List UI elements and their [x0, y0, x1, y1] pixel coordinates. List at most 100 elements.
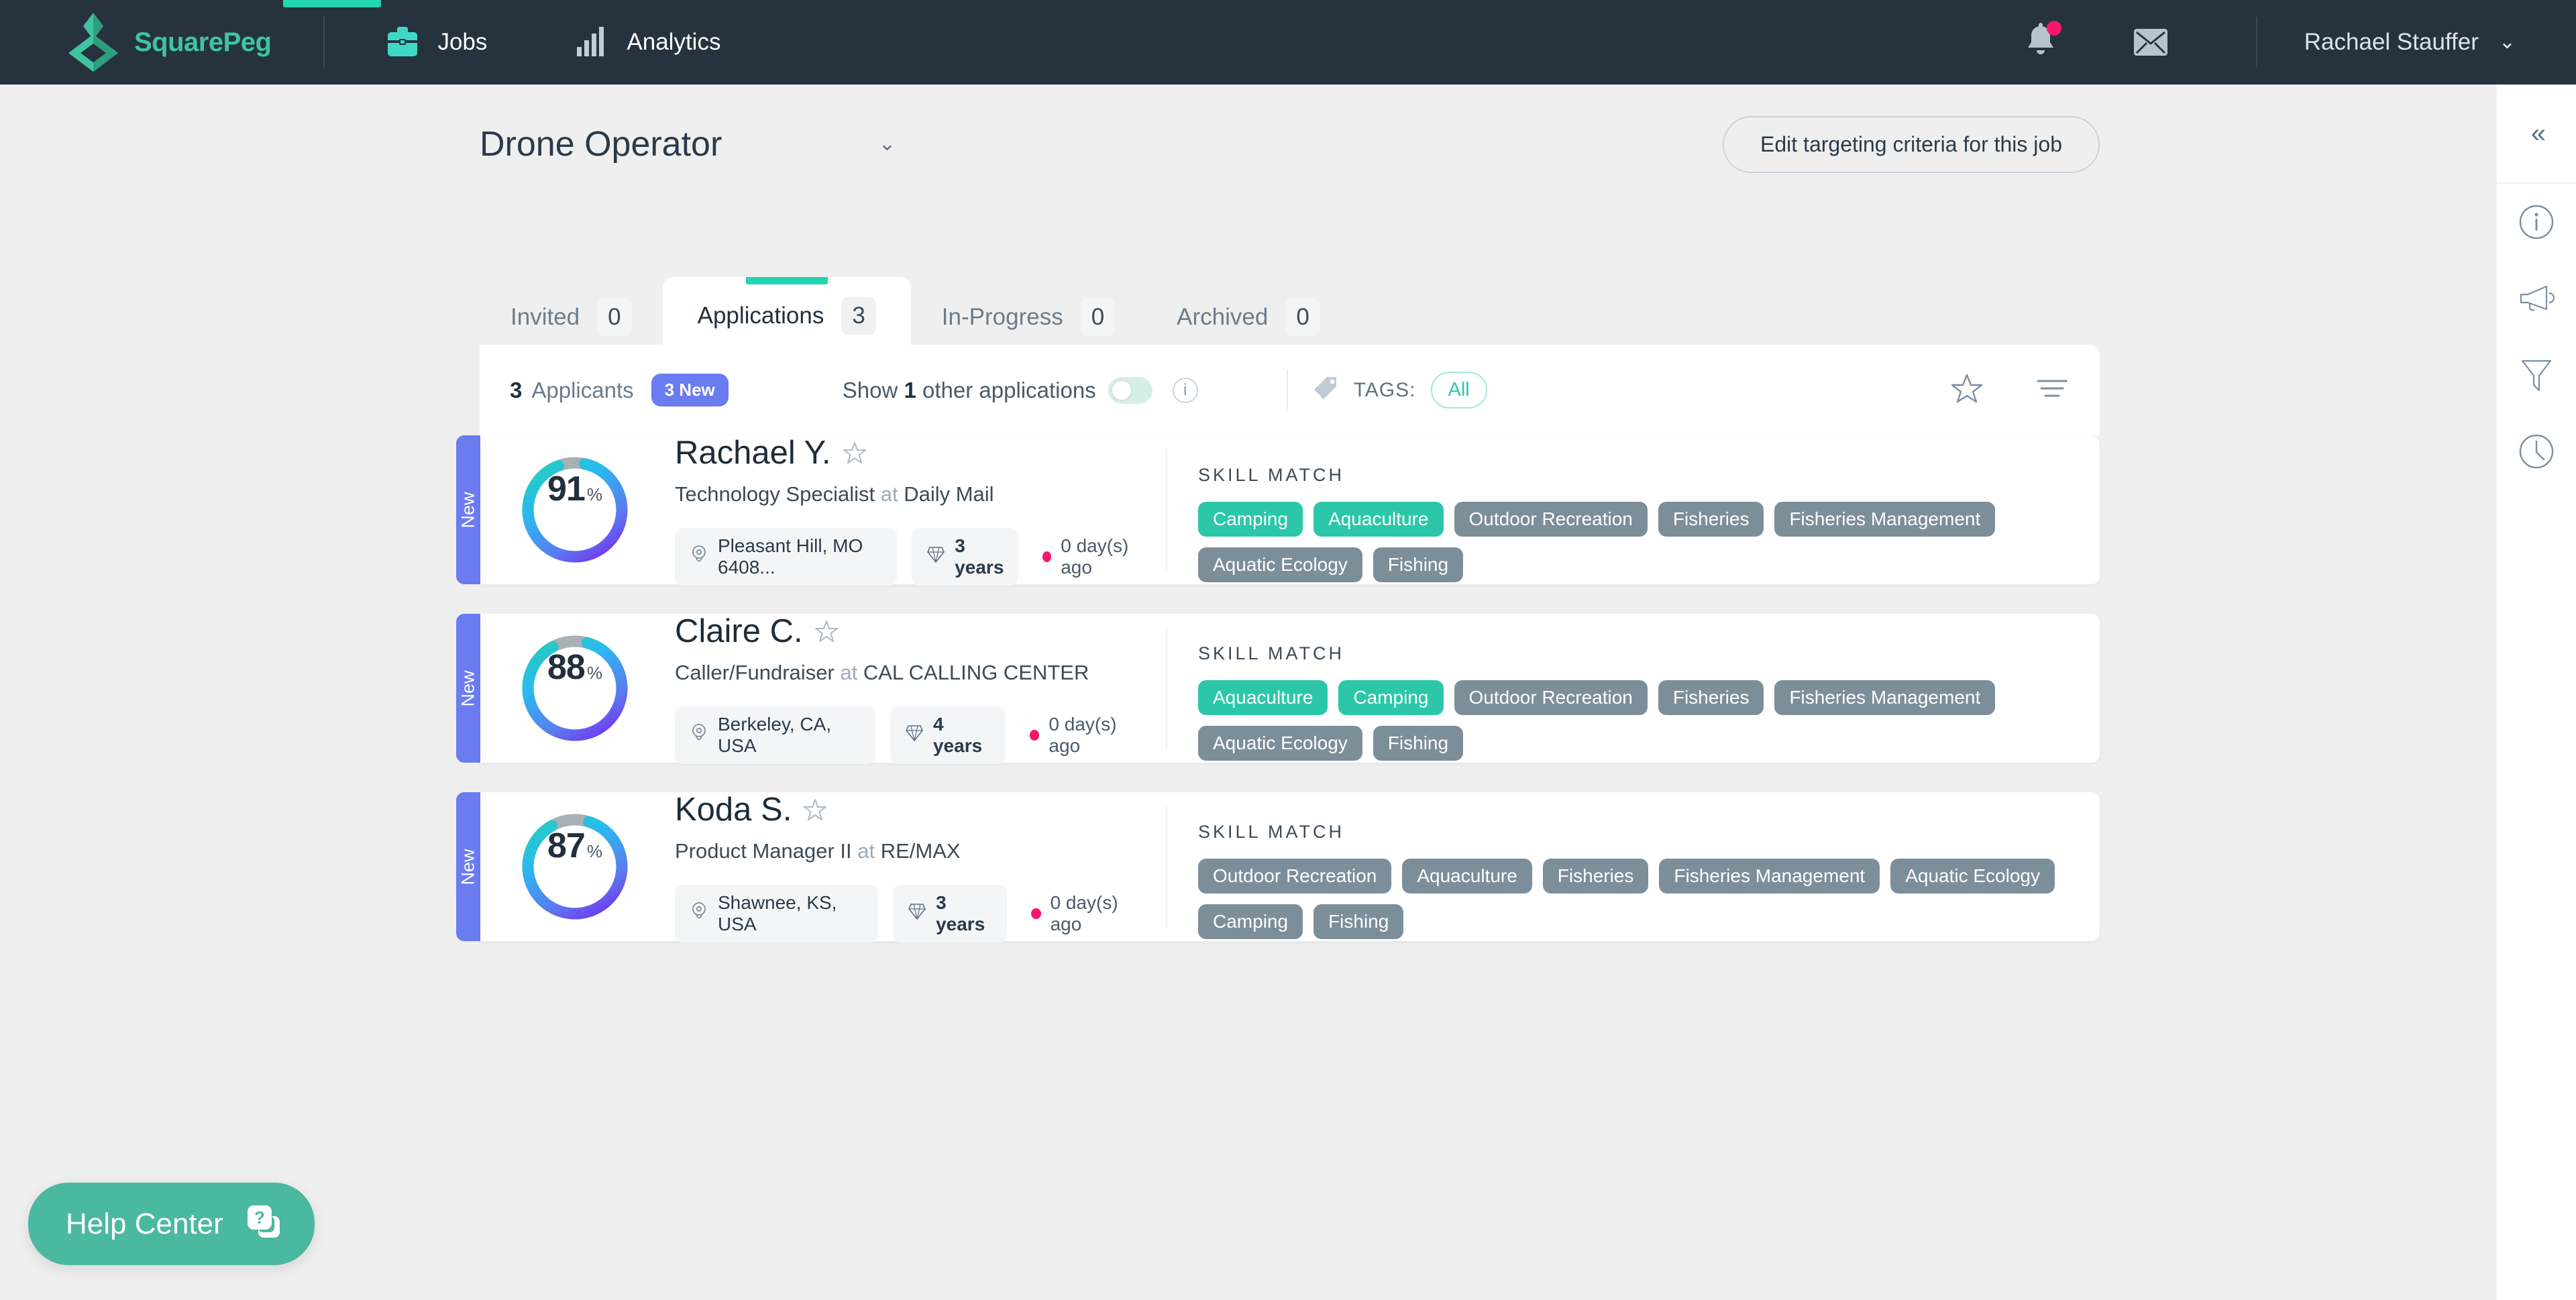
skill-tag[interactable]: Fishing [1373, 726, 1464, 761]
applicants-count-label: Applicants [531, 377, 634, 402]
tab-applications-label: Applications [697, 303, 824, 329]
candidate-info: Koda S. Product Manager II at RE/MAX Sha… [675, 791, 1144, 942]
candidate-company: CAL CALLING CENTER [863, 661, 1089, 684]
funnel-filter-icon[interactable] [2497, 337, 2576, 413]
skill-tag[interactable]: Aquatic Ecology [1890, 859, 2055, 893]
candidate-name[interactable]: Rachael Y. [675, 434, 831, 472]
megaphone-icon[interactable] [2497, 260, 2576, 337]
top-navigation-right-group: Rachael Stauffer ⌄ [2023, 0, 2576, 85]
tab-archived-label: Archived [1177, 304, 1269, 330]
skill-tag[interactable]: Fishing [1373, 547, 1464, 582]
skill-tag[interactable]: Camping [1198, 904, 1303, 939]
messages-button[interactable] [2133, 28, 2169, 57]
candidate-card[interactable]: New 88 % Claire C. Caller/Fundraiser at … [456, 612, 2100, 764]
star-outline-icon[interactable] [1951, 373, 1983, 407]
skill-tag[interactable]: Aquatic Ecology [1198, 726, 1362, 761]
skill-tag[interactable]: Fisheries Management [1774, 502, 1996, 537]
favorite-star-icon[interactable] [814, 620, 838, 643]
job-selector-dropdown[interactable]: Drone Operator ⌄ [480, 124, 896, 164]
candidate-role-at: at [851, 839, 881, 863]
tags-filter-all-chip[interactable]: All [1430, 372, 1487, 409]
toolbar-divider [1286, 369, 1288, 411]
sort-lines-icon[interactable] [2037, 377, 2068, 403]
recency-dot-icon [1042, 551, 1052, 562]
match-score-value: 88 [547, 648, 586, 687]
info-circle-icon[interactable] [2497, 184, 2576, 260]
favorite-star-icon[interactable] [804, 798, 827, 821]
candidate-company: Daily Mail [904, 482, 994, 506]
nav-item-analytics[interactable]: Analytics [547, 0, 747, 85]
help-center-button[interactable]: Help Center ? [28, 1183, 315, 1265]
candidate-name[interactable]: Claire C. [675, 612, 803, 650]
tags-label: TAGS: [1353, 378, 1416, 401]
candidate-experience-text: 3 years [955, 535, 1004, 578]
tab-archived[interactable]: Archived 0 [1146, 281, 1351, 354]
brand-logo-link[interactable]: SquarePeg [67, 11, 272, 73]
match-score-percent-sign: % [586, 484, 602, 504]
tags-filter-group: TAGS: All [1312, 372, 1487, 409]
status-badge-new: New [456, 792, 480, 941]
question-card-icon: ? [245, 1203, 284, 1245]
match-score-percent-sign: % [586, 663, 602, 683]
edit-targeting-criteria-button[interactable]: Edit targeting criteria for this job [1723, 115, 2100, 173]
skill-tag[interactable]: Camping [1338, 680, 1444, 715]
candidate-card[interactable]: New 91 % Rachael Y. Technology Specialis… [456, 434, 2100, 586]
status-badge-label: New [458, 848, 478, 885]
tab-in-progress[interactable]: In-Progress 0 [911, 281, 1146, 354]
candidate-meta-row: Shawnee, KS, USA 3 years 0 day(s) ago [675, 885, 1144, 942]
skill-tag-list: Camping Aquaculture Outdoor Recreation F… [1198, 502, 2100, 582]
skill-tag[interactable]: Fishing [1313, 904, 1404, 939]
location-pin-icon [690, 723, 708, 748]
candidate-company: RE/MAX [880, 839, 961, 863]
skill-tag[interactable]: Camping [1198, 502, 1303, 537]
skill-tag[interactable]: Aquaculture [1313, 502, 1444, 537]
tab-in-progress-count: 0 [1080, 299, 1116, 336]
candidate-card[interactable]: New 87 % Koda S. Product Manager II at R… [456, 791, 2100, 942]
show-other-applications-toggle[interactable] [1108, 376, 1152, 404]
info-icon[interactable]: i [1172, 377, 1198, 403]
candidate-experience-text: 3 years [936, 892, 985, 934]
chevron-down-icon[interactable]: ⌄ [2499, 32, 2516, 52]
skill-match-title: SKILL MATCH [1198, 643, 1345, 663]
match-score-value: 87 [547, 826, 586, 865]
nav-item-jobs[interactable]: Jobs [358, 0, 514, 85]
skill-match-section: SKILL MATCH Camping Aquaculture Outdoor … [1166, 449, 2100, 582]
squarepeg-logo-icon [67, 11, 119, 73]
skill-tag[interactable]: Outdoor Recreation [1198, 859, 1392, 893]
candidate-name[interactable]: Koda S. [675, 791, 792, 828]
skill-tag[interactable]: Outdoor Recreation [1454, 502, 1648, 537]
toggle-knob [1110, 379, 1132, 401]
user-menu-name[interactable]: Rachael Stauffer [2304, 29, 2479, 56]
tab-invited[interactable]: Invited 0 [480, 281, 663, 354]
tab-applications[interactable]: Applications 3 [662, 277, 911, 354]
main-content-area: Drone Operator ⌄ Edit targeting criteria… [0, 85, 2497, 1300]
candidate-role-at: at [875, 482, 904, 506]
skill-tag[interactable]: Aquatic Ecology [1198, 547, 1362, 582]
candidate-applied-ago-text: 0 day(s) ago [1061, 535, 1129, 578]
skill-tag[interactable]: Fisheries Management [1659, 859, 1880, 893]
match-score-value-wrap: 87 % [534, 826, 616, 908]
diamond-icon [926, 545, 945, 569]
clock-history-icon[interactable] [2497, 413, 2576, 490]
skill-tag[interactable]: Fisheries Management [1774, 680, 1996, 715]
skill-match-section: SKILL MATCH Aquaculture Camping Outdoor … [1166, 627, 2100, 761]
favorite-star-icon[interactable] [843, 441, 866, 464]
brand-name: SquarePeg [134, 27, 272, 57]
skill-tag[interactable]: Aquaculture [1198, 680, 1328, 715]
status-tabs: Invited 0 Applications 3 In-Progress 0 A… [480, 277, 1351, 354]
candidate-experience-chip: 4 years [890, 706, 1006, 764]
candidate-location-chip: Shawnee, KS, USA [675, 885, 879, 942]
skill-tag[interactable]: Fisheries [1542, 859, 1649, 893]
skill-tag[interactable]: Fisheries [1658, 502, 1764, 537]
tab-in-progress-label: In-Progress [941, 304, 1063, 330]
tab-invited-count: 0 [597, 299, 632, 336]
notifications-button[interactable] [2023, 21, 2061, 62]
status-badge-label: New [458, 669, 478, 707]
skill-tag[interactable]: Aquaculture [1402, 859, 1532, 893]
skill-tag[interactable]: Outdoor Recreation [1454, 680, 1648, 715]
candidate-list: New 91 % Rachael Y. Technology Specialis… [456, 435, 2100, 971]
jobs-tab-active-indicator [283, 0, 381, 7]
collapse-sidebar-button[interactable]: « [2497, 85, 2576, 184]
status-badge-label: New [458, 491, 478, 529]
skill-tag[interactable]: Fisheries [1658, 680, 1764, 715]
